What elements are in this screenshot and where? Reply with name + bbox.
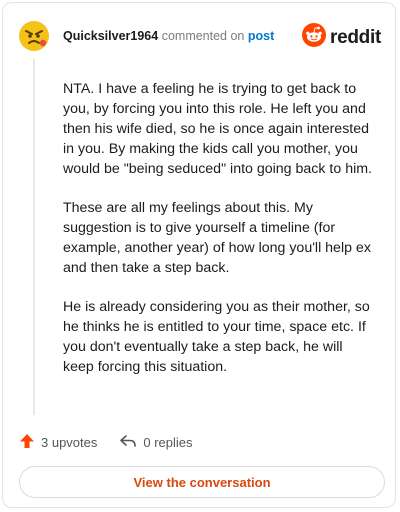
upvote-arrow-icon: [19, 433, 35, 452]
reply-arrow-icon: [119, 433, 137, 452]
comment-header: Quicksilver1964 commented on post: [63, 29, 274, 43]
avatar[interactable]: [19, 21, 49, 51]
username[interactable]: Quicksilver1964: [63, 29, 158, 43]
comment-paragraph-1: NTA. I have a feeling he is trying to ge…: [63, 81, 373, 177]
reddit-wordmark: reddit: [330, 26, 381, 48]
comment-body: NTA. I have a feeling he is trying to ge…: [63, 79, 373, 396]
comment-actions: 3 upvotes 0 replies: [19, 433, 215, 452]
thread-line: [33, 59, 35, 415]
post-link[interactable]: post: [248, 29, 274, 43]
reddit-logo[interactable]: reddit: [302, 23, 381, 52]
comment-card: Quicksilver1964 commented on post reddit…: [2, 2, 396, 508]
commented-on-text: commented on: [161, 29, 245, 43]
upvote-count: 3 upvotes: [41, 435, 98, 450]
comment-paragraph-2: These are all my feelings about this. My…: [63, 200, 371, 276]
reddit-snoo-icon: [302, 23, 327, 52]
comment-paragraph-3: He is already considering you as their m…: [63, 299, 370, 375]
upvote-button[interactable]: 3 upvotes: [19, 433, 97, 452]
view-conversation-button[interactable]: View the conversation: [19, 466, 385, 498]
reply-count: 0 replies: [143, 435, 193, 450]
reply-button[interactable]: 0 replies: [119, 433, 193, 452]
